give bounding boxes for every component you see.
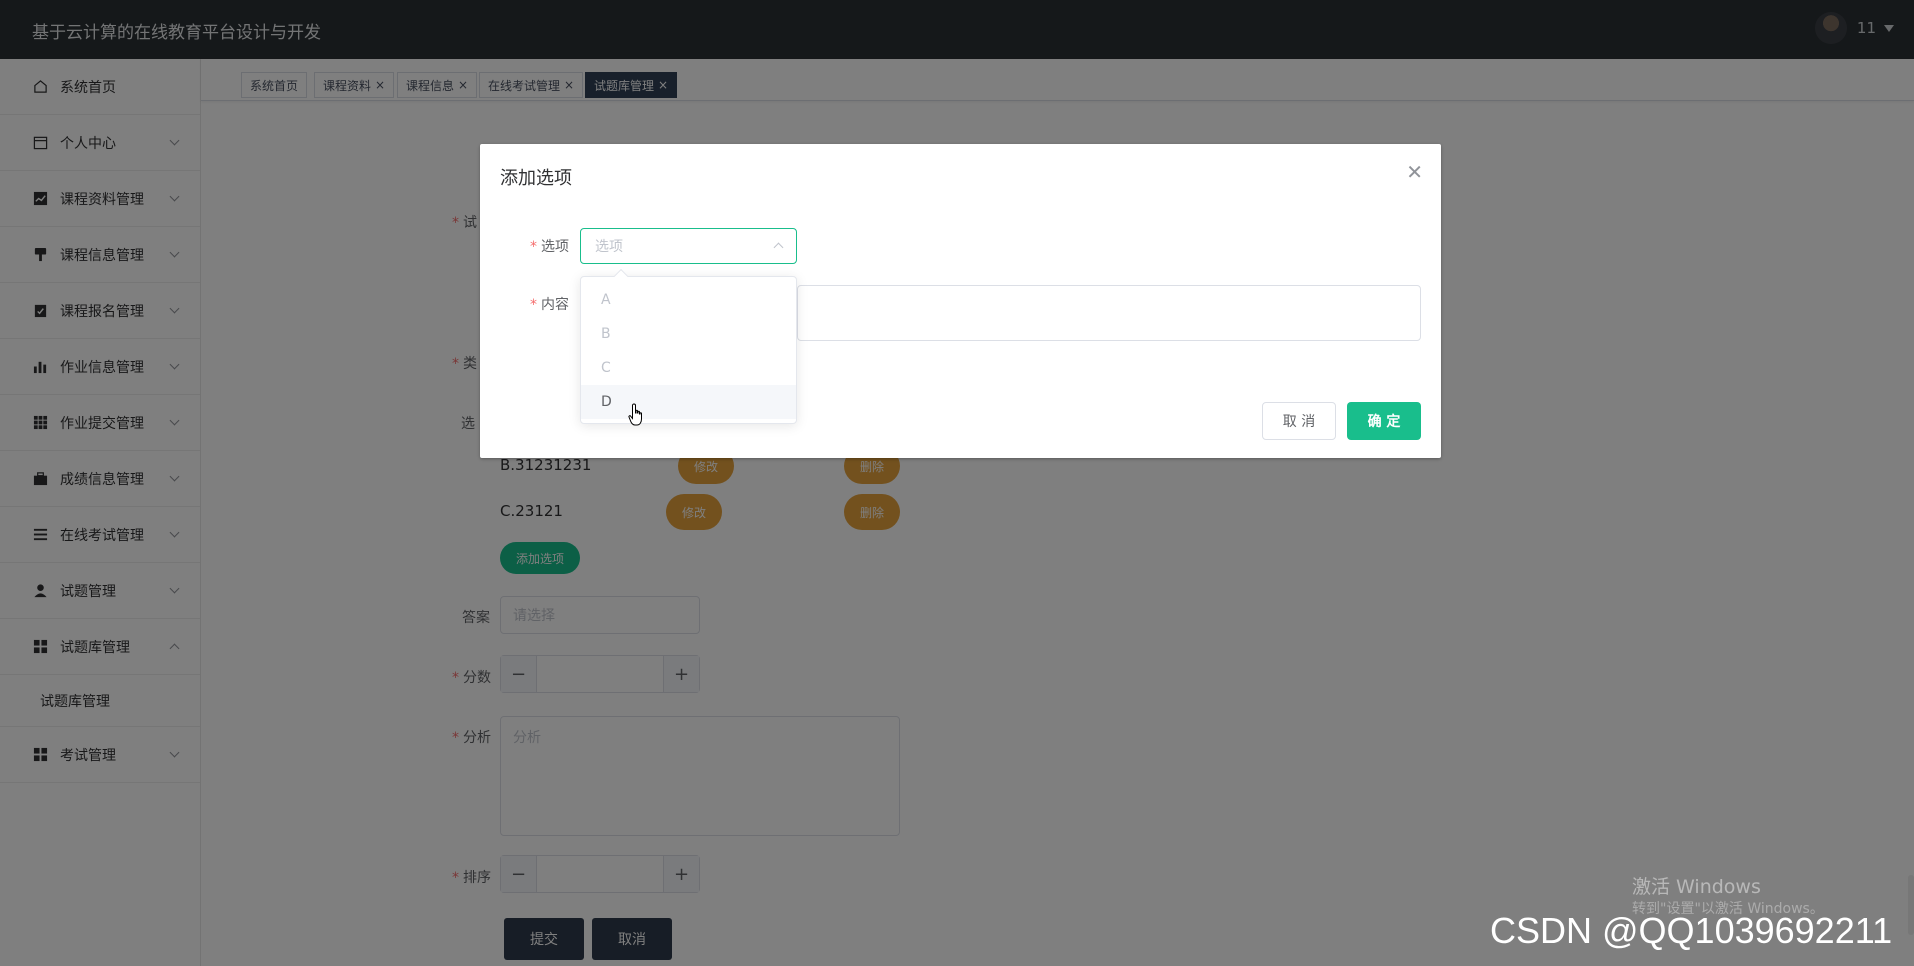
- content-textarea[interactable]: [797, 285, 1421, 341]
- hand-cursor-icon: [628, 403, 646, 431]
- dropdown-option-b[interactable]: B: [581, 317, 796, 351]
- content-field-label: * 内容: [530, 297, 569, 313]
- dialog-cancel-button[interactable]: 取 消: [1262, 402, 1336, 440]
- csdn-watermark: CSDN @QQ1039692211: [1490, 910, 1893, 951]
- dialog-title: 添加选项: [500, 168, 572, 189]
- option-dropdown: A B C D: [580, 268, 797, 424]
- close-icon[interactable]: ✕: [1406, 160, 1423, 184]
- option-field-label: * 选项: [530, 239, 569, 255]
- chevron-up-icon: [773, 242, 784, 253]
- option-select-placeholder: 选项: [595, 239, 623, 255]
- dropdown-option-c[interactable]: C: [581, 351, 796, 385]
- scrollbar-thumb[interactable]: [1908, 875, 1914, 935]
- dialog-confirm-button[interactable]: 确 定: [1347, 402, 1421, 440]
- windows-activation-title: 激活 Windows: [1632, 876, 1761, 898]
- dropdown-option-d[interactable]: D: [581, 385, 796, 419]
- dropdown-option-a[interactable]: A: [581, 283, 796, 317]
- option-select[interactable]: 选项: [580, 228, 797, 264]
